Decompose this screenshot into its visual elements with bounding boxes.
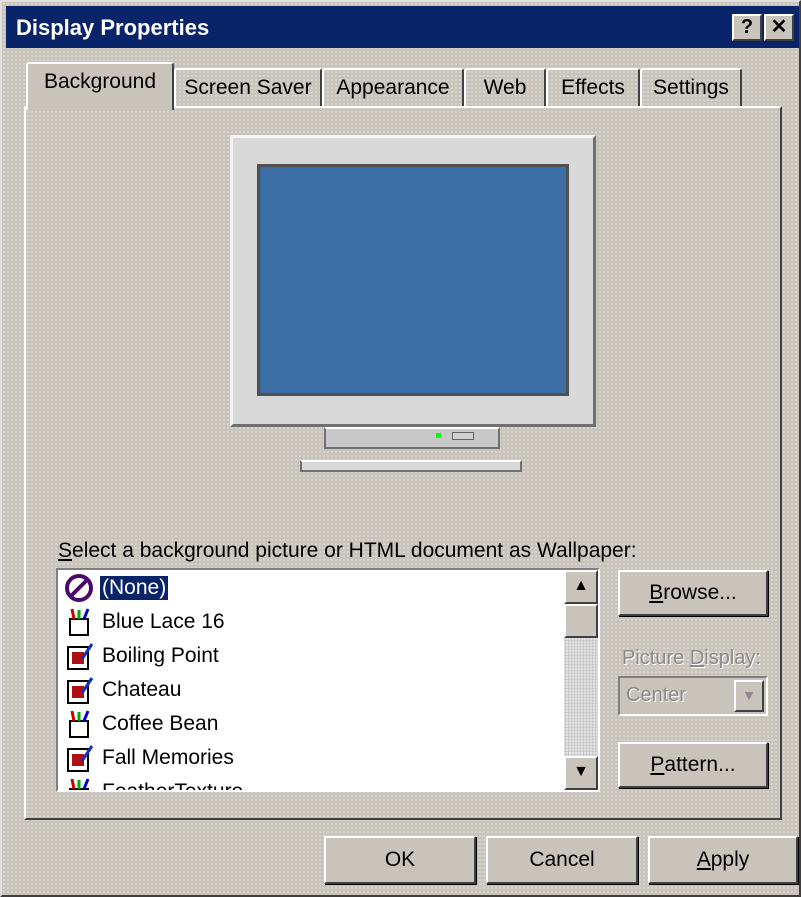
preview-screen <box>257 164 569 396</box>
picture-display-value: Center <box>626 684 687 706</box>
list-item[interactable]: Boiling Point <box>64 640 221 672</box>
browse-accel: B <box>649 581 664 604</box>
picture-display-select[interactable]: Center ▼ <box>618 676 768 716</box>
tab-screen-saver[interactable]: Screen Saver <box>174 68 322 108</box>
picture-display-label-pre: Picture <box>622 647 690 669</box>
list-item[interactable]: Coffee Bean <box>64 708 220 740</box>
cancel-button[interactable]: Cancel <box>486 836 638 884</box>
wallpaper-label: Select a background picture or HTML docu… <box>58 539 637 563</box>
html-document-icon <box>64 641 94 671</box>
list-item[interactable]: Chateau <box>64 674 183 706</box>
monitor-preview <box>230 135 596 427</box>
pattern-button[interactable]: Pattern... <box>618 742 768 788</box>
tab-background[interactable]: Background <box>26 62 174 110</box>
tab-web[interactable]: Web <box>464 68 546 108</box>
monitor-base <box>300 460 522 472</box>
html-document-icon <box>64 675 94 705</box>
list-item[interactable]: Blue Lace 16 <box>64 606 227 638</box>
close-button[interactable]: ✕ <box>764 14 794 41</box>
scroll-up-button[interactable]: ▲ <box>564 570 598 604</box>
help-button[interactable]: ? <box>732 14 762 41</box>
list-item[interactable]: FeatherTexture <box>64 776 245 792</box>
picture-display-label-post: isplay: <box>704 647 761 669</box>
scroll-down-button[interactable]: ▼ <box>564 756 598 790</box>
list-item-label: Coffee Bean <box>102 712 219 735</box>
none-icon <box>64 573 94 603</box>
tab-settings[interactable]: Settings <box>640 68 742 108</box>
power-button-icon <box>452 432 474 440</box>
list-item-label: Blue Lace 16 <box>102 610 225 633</box>
tab-appearance[interactable]: Appearance <box>322 68 464 108</box>
chevron-down-icon[interactable]: ▼ <box>734 680 764 712</box>
browse-label: rowse... <box>663 581 737 604</box>
apply-accel: A <box>696 848 711 871</box>
html-document-icon <box>64 743 94 773</box>
pattern-label: attern... <box>664 753 736 776</box>
pattern-accel: P <box>650 753 665 776</box>
wallpaper-listbox[interactable]: (None) Blue Lace 16 Boiling Point Chatea… <box>56 568 600 792</box>
scroll-thumb[interactable] <box>564 604 598 638</box>
title-bar[interactable]: Display Properties ? ✕ <box>6 6 799 48</box>
picture-display-accel: D <box>689 647 705 669</box>
paint-icon <box>64 777 94 790</box>
listbox-scrollbar[interactable]: ▲ ▼ <box>564 570 598 790</box>
list-item[interactable]: Fall Memories <box>64 742 236 774</box>
list-item[interactable]: (None) <box>64 572 170 604</box>
wallpaper-label-accel: S <box>58 539 73 562</box>
apply-button[interactable]: Apply <box>648 836 798 884</box>
list-item-label: (None) <box>98 575 170 601</box>
list-item-label: Boiling Point <box>102 644 219 667</box>
list-item-label: FeatherTexture <box>102 780 244 792</box>
tab-effects[interactable]: Effects <box>546 68 640 108</box>
paint-icon <box>64 709 94 739</box>
picture-display-label: Picture Display: <box>622 647 761 670</box>
apply-label: pply <box>710 848 750 871</box>
window-title: Display Properties <box>16 15 210 40</box>
paint-icon <box>64 607 94 637</box>
ok-button[interactable]: OK <box>324 836 476 884</box>
wallpaper-label-text: elect a background picture or HTML docum… <box>72 539 637 562</box>
power-led-icon <box>436 433 441 438</box>
display-properties-window: Display Properties ? ✕ Background Screen… <box>0 0 801 897</box>
list-item-label: Chateau <box>102 678 182 701</box>
browse-button[interactable]: Browse... <box>618 570 768 616</box>
list-item-label: Fall Memories <box>102 746 234 769</box>
